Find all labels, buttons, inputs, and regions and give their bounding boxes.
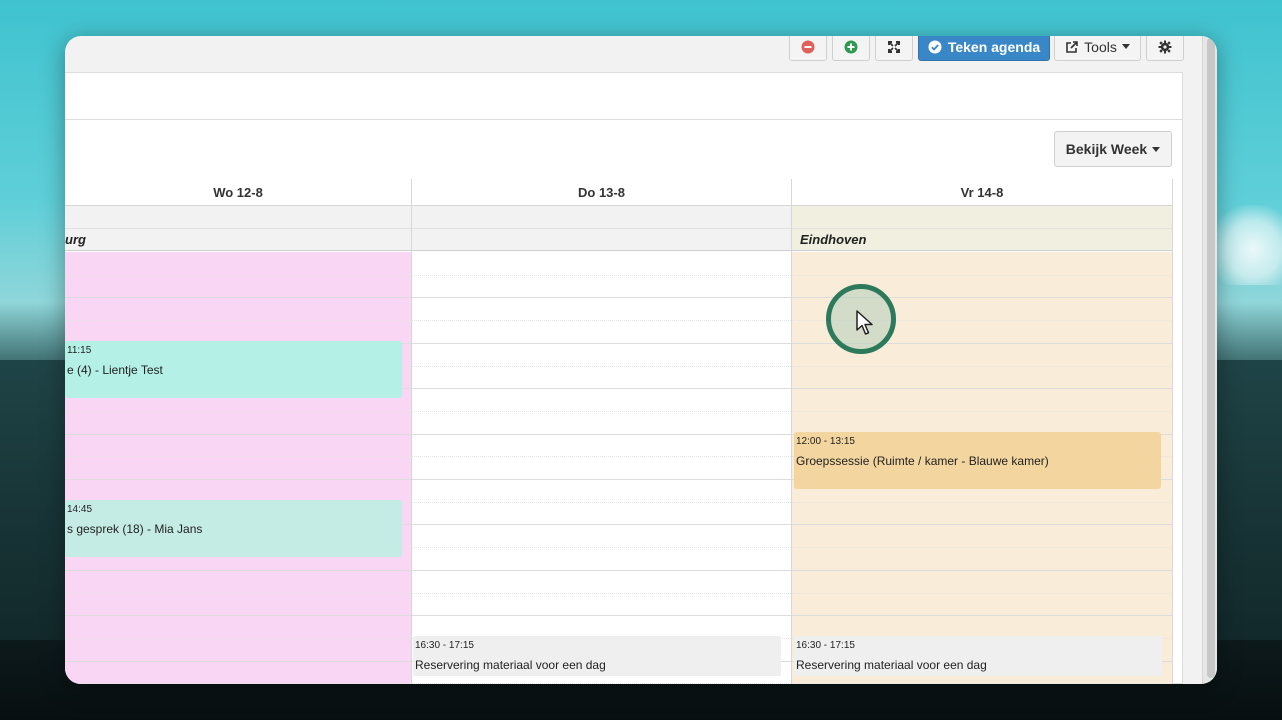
event-time: 14:45 <box>67 504 93 515</box>
slot-gridline <box>412 456 791 458</box>
settings-button[interactable] <box>1146 36 1184 61</box>
calendar-event[interactable]: 11:15 e (4) - Lientje Test <box>65 341 402 398</box>
slot-gridline <box>792 615 1172 617</box>
slot-gridline <box>65 274 411 276</box>
slot-gridline <box>65 433 411 435</box>
slot-gridline <box>412 615 791 617</box>
expand-icon <box>887 40 901 54</box>
scrollbar-thumb[interactable] <box>1207 38 1215 678</box>
gear-icon <box>1158 40 1172 54</box>
all-day-row[interactable] <box>65 206 411 229</box>
calendar-event[interactable]: 16:30 - 17:15 Reservering materiaal voor… <box>413 636 781 676</box>
slot-gridline <box>412 547 791 549</box>
external-link-icon <box>1065 40 1079 54</box>
all-day-row[interactable] <box>412 206 791 229</box>
slot-gridline <box>792 274 1172 276</box>
view-week-button[interactable]: Bekijk Week <box>1054 131 1172 167</box>
slot-gridline <box>412 501 791 503</box>
slot-gridline <box>412 683 791 684</box>
slot-gridline <box>792 501 1172 503</box>
location-label <box>412 229 791 251</box>
event-title: s gesprek (18) - Mia Jans <box>67 522 203 536</box>
calendar-event[interactable]: 12:00 - 13:15 Groepssessie (Ruimte / kam… <box>794 432 1161 489</box>
slot-gridline <box>412 592 791 594</box>
tools-button[interactable]: Tools <box>1054 36 1141 61</box>
day-header: Wo 12-8 <box>65 179 411 206</box>
event-time: 11:15 <box>67 345 92 356</box>
slot-gridline <box>792 592 1172 594</box>
day-column-vr: Vr 14-8 Eindhoven 12:00 - 13:15 Groepsse… <box>792 179 1173 684</box>
event-time: 12:00 - 13:15 <box>796 436 855 447</box>
scrollbar[interactable] <box>1202 36 1217 684</box>
slot-gridline <box>65 479 411 480</box>
add-button[interactable] <box>832 36 870 61</box>
slot-gridline <box>412 569 791 571</box>
slot-gridline <box>412 342 791 344</box>
time-slots[interactable]: 16:30 - 17:15 Reservering materiaal voor… <box>412 252 791 684</box>
view-week-label: Bekijk Week <box>1065 141 1148 157</box>
agenda-panel: Bekijk Week Wo 12-8 urg 11:15 e (4) - Li… <box>65 72 1183 684</box>
all-day-row[interactable] <box>792 206 1172 229</box>
slot-gridline <box>65 297 411 299</box>
slot-gridline <box>65 569 411 571</box>
slot-gridline <box>412 433 791 435</box>
app-window: Teken agenda Tools Bekijk Week Wo 12-8 u… <box>65 36 1217 684</box>
slot-gridline <box>412 479 791 480</box>
event-title: Reservering materiaal voor een dag <box>796 658 987 672</box>
remove-button[interactable] <box>789 36 827 61</box>
slot-gridline <box>792 569 1172 571</box>
check-circle-icon <box>928 40 942 54</box>
slot-gridline <box>792 365 1172 367</box>
minus-circle-icon <box>801 40 815 54</box>
slot-gridline <box>65 637 411 639</box>
slot-gridline <box>65 592 411 594</box>
slot-gridline <box>792 524 1172 526</box>
slot-gridline <box>412 388 791 390</box>
slot-gridline <box>65 615 411 617</box>
chevron-down-icon <box>1152 146 1161 152</box>
slot-gridline <box>412 365 791 367</box>
slot-gridline <box>792 683 1172 684</box>
event-title: Reservering materiaal voor een dag <box>415 658 606 672</box>
slot-gridline <box>65 410 411 412</box>
event-time: 16:30 - 17:15 <box>415 640 474 651</box>
teken-agenda-button[interactable]: Teken agenda <box>918 36 1050 61</box>
slot-gridline <box>412 297 791 299</box>
mouse-pointer-icon <box>856 310 874 341</box>
location-label: urg <box>65 229 411 251</box>
top-toolbar: Teken agenda Tools <box>65 36 1217 72</box>
day-header: Do 13-8 <box>412 179 791 206</box>
event-time: 16:30 - 17:15 <box>796 640 855 651</box>
slot-gridline <box>65 660 411 662</box>
slot-gridline <box>412 320 791 322</box>
slot-gridline <box>65 320 411 322</box>
time-slots[interactable]: 11:15 e (4) - Lientje Test 14:45 s gespr… <box>65 252 411 684</box>
day-column-do: Do 13-8 16:30 - 17:15 Reservering materi… <box>412 179 792 684</box>
slot-gridline <box>412 524 791 526</box>
teken-agenda-label: Teken agenda <box>947 38 1041 55</box>
slot-gridline <box>792 410 1172 412</box>
slot-gridline <box>792 388 1172 390</box>
plus-circle-icon <box>844 40 858 54</box>
chevron-down-icon <box>1121 44 1130 49</box>
slot-gridline <box>412 410 791 412</box>
slot-gridline <box>65 683 411 684</box>
panel-divider <box>65 119 1182 120</box>
fullscreen-button[interactable] <box>875 36 913 61</box>
tools-label: Tools <box>1084 38 1117 55</box>
day-header: Vr 14-8 <box>792 179 1172 206</box>
calendar-event[interactable]: 14:45 s gesprek (18) - Mia Jans <box>65 500 402 557</box>
background-cloud <box>1210 205 1282 285</box>
slot-gridline <box>412 274 791 276</box>
event-title: e (4) - Lientje Test <box>67 363 163 377</box>
slot-gridline <box>792 547 1172 549</box>
event-title: Groepssessie (Ruimte / kamer - Blauwe ka… <box>796 454 1049 468</box>
calendar-event[interactable]: 16:30 - 17:15 Reservering materiaal voor… <box>794 636 1162 676</box>
location-label: Eindhoven <box>792 229 1172 251</box>
slot-gridline <box>65 456 411 458</box>
week-calendar: Wo 12-8 urg 11:15 e (4) - Lientje Test 1… <box>65 179 1173 684</box>
day-column-wo: Wo 12-8 urg 11:15 e (4) - Lientje Test 1… <box>65 179 412 684</box>
